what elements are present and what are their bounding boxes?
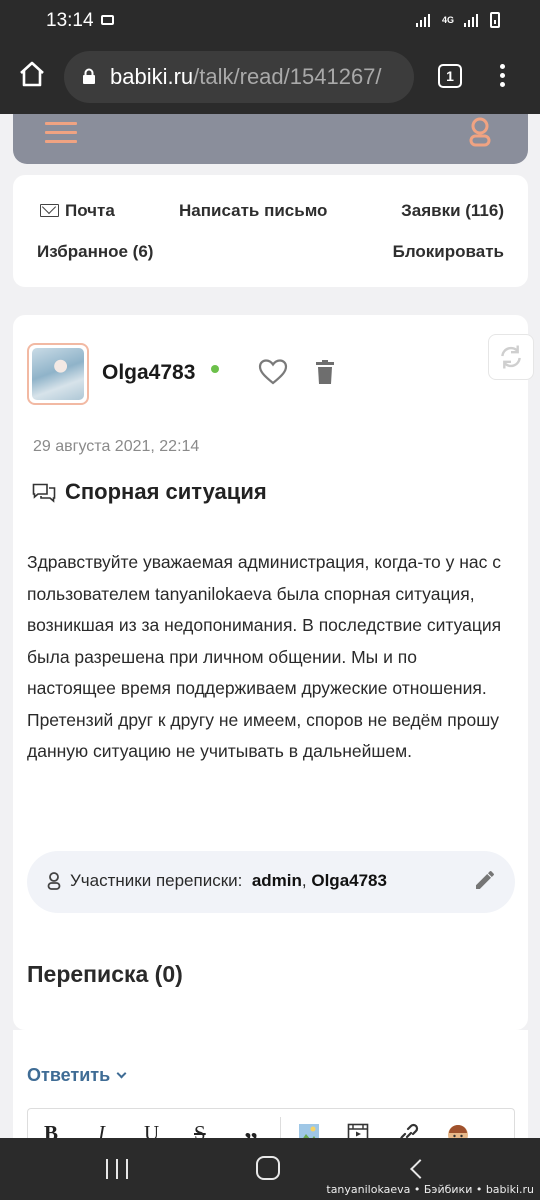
site-header bbox=[13, 114, 528, 164]
address-bar[interactable]: babiki.ru/talk/read/1541267/ bbox=[64, 51, 414, 103]
participant-admin-link[interactable]: admin bbox=[252, 871, 302, 890]
home-button-icon[interactable] bbox=[256, 1156, 280, 1180]
cell-signal-icon bbox=[464, 13, 480, 27]
chat-bubbles-icon bbox=[32, 483, 56, 503]
message-subject: Спорная ситуация bbox=[65, 479, 267, 504]
mail-icon bbox=[40, 204, 59, 217]
message-body: Здравствуйте уважаемая администрация, ко… bbox=[27, 552, 502, 761]
trash-icon[interactable] bbox=[316, 360, 334, 384]
pencil-icon[interactable] bbox=[473, 868, 497, 892]
refresh-icon bbox=[501, 345, 521, 369]
url-host: babiki.ru bbox=[110, 64, 194, 89]
browser-toolbar: babiki.ru/talk/read/1541267/ 1 bbox=[0, 42, 540, 114]
chevron-down-icon bbox=[116, 1068, 127, 1079]
wifi-signal-icon bbox=[415, 13, 432, 27]
participant-olga-link[interactable]: Olga4783 bbox=[311, 871, 387, 890]
requests-link[interactable]: Заявки (116) bbox=[401, 201, 504, 221]
compose-link[interactable]: Написать письмо bbox=[179, 201, 327, 221]
battery-icon bbox=[490, 12, 500, 28]
user-icon[interactable] bbox=[468, 116, 492, 148]
video-call-icon bbox=[101, 15, 114, 25]
reply-toggle[interactable]: Ответить bbox=[27, 1065, 127, 1086]
reply-card: Ответить B I U S „ bbox=[13, 1030, 528, 1148]
message-date: 29 августа 2021, 22:14 bbox=[33, 438, 200, 455]
home-icon[interactable] bbox=[18, 60, 46, 88]
avatar[interactable] bbox=[27, 343, 89, 405]
conversation-title: Переписка (0) bbox=[27, 961, 183, 987]
block-link[interactable]: Блокировать bbox=[393, 242, 504, 262]
participant-separator: , bbox=[301, 871, 307, 890]
lock-icon bbox=[83, 68, 95, 84]
back-icon[interactable] bbox=[410, 1159, 430, 1179]
url-path: /talk/read/1541267/ bbox=[193, 64, 382, 89]
network-type-label: 4G bbox=[441, 15, 454, 25]
heart-icon[interactable] bbox=[258, 358, 288, 386]
participants-label: Участники переписки: bbox=[70, 871, 243, 890]
participants-box: Участники переписки: admin, Olga4783 bbox=[27, 851, 515, 913]
status-bar: 13:14 4G bbox=[0, 0, 540, 42]
user-icon bbox=[47, 872, 61, 890]
username[interactable]: Olga4783 bbox=[102, 361, 195, 385]
more-menu-icon[interactable] bbox=[495, 64, 509, 90]
message-card: Olga4783 29 августа 2021, 22:14 Спорная … bbox=[13, 315, 534, 1030]
clock: 13:14 bbox=[46, 10, 94, 31]
inbox-link[interactable]: Почта bbox=[40, 201, 115, 221]
reply-label: Ответить bbox=[27, 1065, 111, 1085]
mail-nav-card: Почта Написать письмо Заявки (116) Избра… bbox=[13, 175, 528, 287]
recent-apps-icon[interactable] bbox=[106, 1159, 128, 1179]
online-indicator bbox=[211, 365, 219, 373]
url-text: babiki.ru/talk/read/1541267/ bbox=[110, 64, 406, 90]
status-icons: 4G bbox=[415, 12, 500, 28]
watermark: tanyanilokaeva • Бэйбики • babiki.ru bbox=[320, 1180, 540, 1200]
participants-text: Участники переписки: admin, Olga4783 bbox=[70, 871, 387, 891]
inbox-label: Почта bbox=[65, 201, 115, 220]
hamburger-menu-icon[interactable] bbox=[45, 122, 77, 146]
refresh-button[interactable] bbox=[488, 334, 534, 380]
favorites-link[interactable]: Избранное (6) bbox=[37, 242, 153, 262]
tab-switcher-button[interactable]: 1 bbox=[438, 64, 462, 88]
